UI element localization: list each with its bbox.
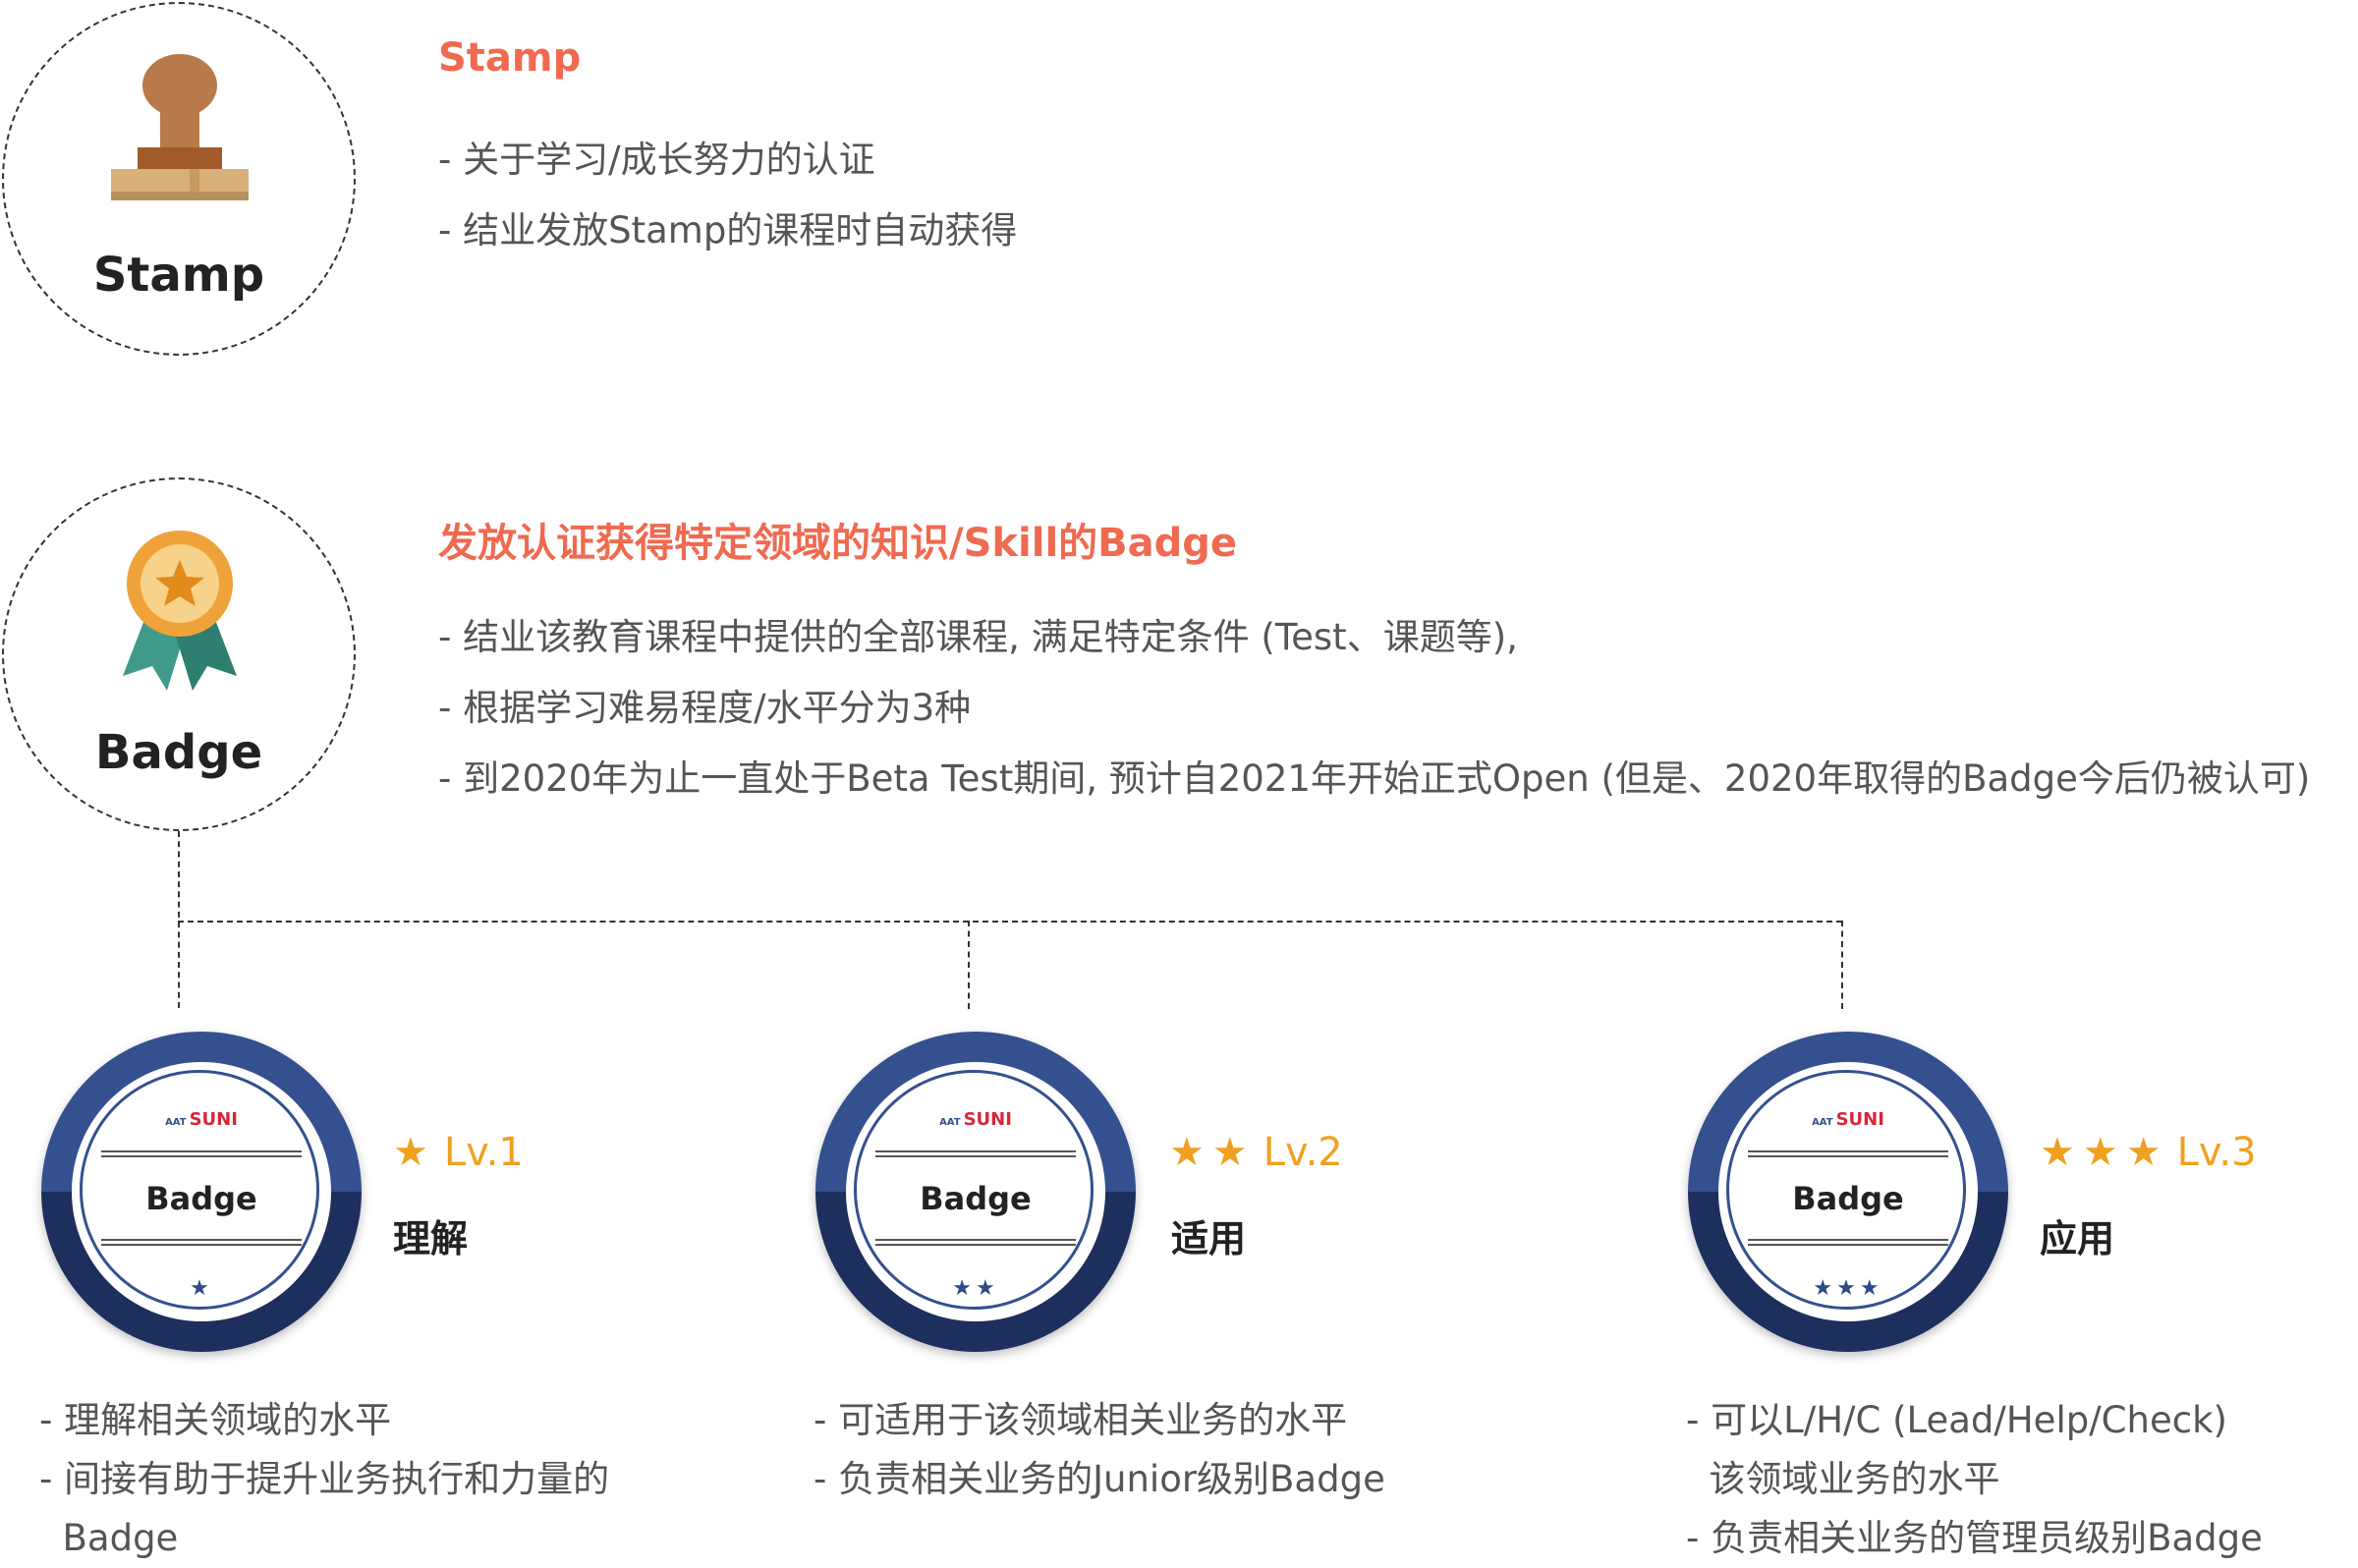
badge-star-icon: ★★★ [1813, 1276, 1883, 1301]
level-2-name: 适用 [1171, 1217, 1247, 1260]
level-3-badge: AAT SUNI Badge ★★★ [1688, 1032, 2008, 1352]
badge-text: Badge [920, 1180, 1032, 1217]
badge-star-icon: ★ [190, 1276, 213, 1301]
level-1-badge: AAT SUNI Badge ★ [41, 1032, 362, 1352]
level-1-name: 理解 [393, 1217, 469, 1260]
badge-logo: AAT SUNI [165, 1109, 238, 1130]
badge-line-3: - 到2020年为止一直处于Beta Test期间, 预计自2021年开始正式O… [438, 757, 2311, 800]
level-3-name: 应用 [2040, 1217, 2115, 1260]
stamp-line-1: - 关于学习/成长努力的认证 [438, 139, 875, 181]
medal-icon [123, 531, 237, 691]
stamp-icon [111, 54, 249, 200]
star-icon: ★★ [1169, 1130, 1256, 1175]
stamp-title: Stamp [438, 35, 582, 81]
badge-line-2: - 根据学习难易程度/水平分为3种 [438, 687, 972, 729]
badge-logo: AAT SUNI [939, 1109, 1012, 1130]
badge-text: Badge [145, 1180, 257, 1217]
stamp-label: Stamp [92, 248, 265, 303]
badge-logo: AAT SUNI [1812, 1109, 1884, 1130]
badge-star-icon: ★★ [952, 1276, 999, 1301]
connector-horizontal [178, 921, 1842, 923]
badge-line-1: - 结业该教育课程中提供的全部课程, 满足特定条件 (Test、课题等), [438, 616, 1518, 658]
badge-title: 发放认证获得特定领域的知识/Skill的Badge [438, 521, 1238, 566]
level-3-desc: - 可以L/H/C (Lead/Help/Check) 该领域业务的水平 - 负… [1686, 1399, 2263, 1559]
badge-label: Badge [94, 725, 263, 780]
connector-branch-3 [1841, 921, 1843, 1009]
level-2-badge: AAT SUNI Badge ★★ [815, 1032, 1136, 1352]
stamp-line-2: - 结业发放Stamp的课程时自动获得 [438, 209, 1018, 252]
level-1-label: Lv.1 [443, 1130, 524, 1175]
level-3-label: Lv.3 [2176, 1130, 2257, 1175]
star-icon: ★★★ [2040, 1130, 2169, 1175]
level-3-rating: ★★★ Lv.3 [2040, 1130, 2257, 1175]
star-icon: ★ [393, 1130, 436, 1175]
level-2-label: Lv.2 [1263, 1130, 1343, 1175]
connector-trunk [178, 831, 180, 1008]
level-2-desc: - 可适用于该领域相关业务的水平 - 负责相关业务的Junior级别Badge [814, 1399, 1385, 1500]
level-1-rating: ★ Lv.1 [393, 1130, 524, 1175]
level-1-desc: - 理解相关领域的水平 - 间接有助于提升业务执行和力量的 Badge [39, 1399, 610, 1559]
level-2-rating: ★★ Lv.2 [1169, 1130, 1343, 1175]
badge-text: Badge [1792, 1180, 1904, 1217]
connector-branch-2 [968, 921, 970, 1009]
